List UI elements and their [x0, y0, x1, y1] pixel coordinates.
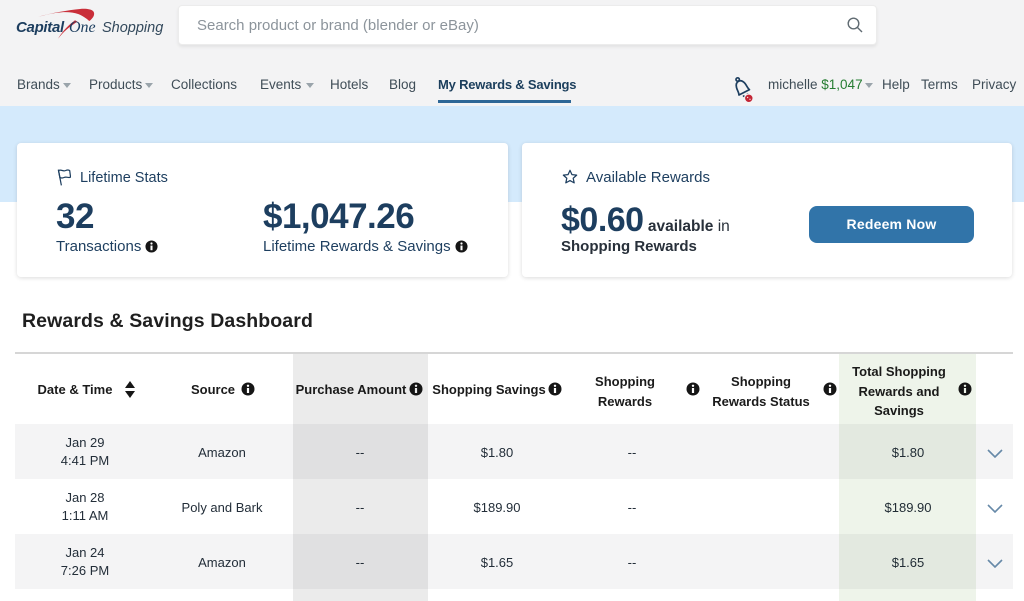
svg-text:One: One — [69, 19, 96, 36]
svg-text:Shopping: Shopping — [102, 20, 163, 36]
svg-text:Capital: Capital — [16, 19, 65, 36]
